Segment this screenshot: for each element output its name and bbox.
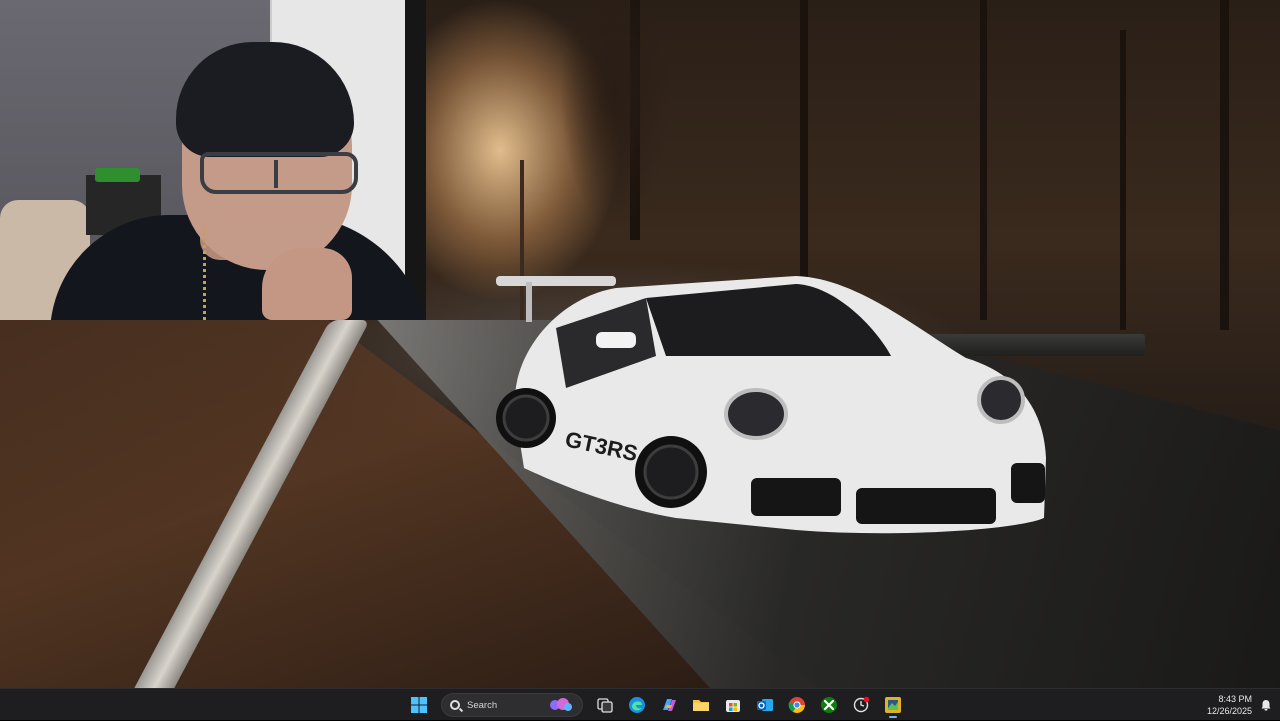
xbox-icon — [821, 697, 837, 713]
task-view-icon — [597, 698, 613, 713]
active-app-button[interactable] — [879, 691, 907, 719]
app-yellow-icon — [885, 697, 901, 713]
webcam-person-chain — [203, 228, 217, 320]
outlook-icon — [757, 699, 773, 711]
task-view-button[interactable] — [591, 691, 619, 719]
notification-bell-icon[interactable] — [1260, 699, 1272, 711]
xbox-button[interactable] — [815, 691, 843, 719]
taskbar-center-group: Search — [405, 689, 907, 721]
clock-app-icon — [853, 696, 870, 713]
folder-icon — [693, 700, 709, 711]
clock-date: 12/26/2025 — [1206, 706, 1252, 716]
taskbar-search-box[interactable]: Search — [441, 693, 583, 717]
copilot-icon — [663, 699, 676, 711]
copilot-button[interactable] — [655, 691, 683, 719]
chrome-button[interactable] — [783, 691, 811, 719]
wallpaper-car: GT3RS — [496, 276, 1046, 534]
webcam-person-hand — [262, 248, 352, 320]
chrome-icon — [788, 697, 805, 713]
taskbar: Search 8:43 PM 12/26/2025 — [0, 688, 1280, 720]
edge-icon — [629, 697, 645, 713]
outlook-button[interactable] — [751, 691, 779, 719]
edge-button[interactable] — [623, 691, 651, 719]
windows-logo-icon — [411, 697, 427, 713]
clock-app-button[interactable] — [847, 691, 875, 719]
search-label: Search — [467, 699, 498, 711]
webcam-shelf-item — [95, 168, 140, 182]
search-highlight-icon — [550, 698, 572, 711]
clock-time: 8:43 PM — [1218, 694, 1252, 704]
taskbar-clock[interactable]: 8:43 PM 12/26/2025 — [1207, 693, 1252, 717]
start-button[interactable] — [405, 691, 433, 719]
file-explorer-button[interactable] — [687, 691, 715, 719]
webcam-door-frame — [405, 0, 426, 320]
microsoft-store-button[interactable] — [719, 691, 747, 719]
search-icon — [450, 700, 460, 710]
webcam-overlay — [0, 0, 426, 320]
store-icon — [726, 700, 740, 712]
webcam-person-glasses — [200, 152, 358, 194]
